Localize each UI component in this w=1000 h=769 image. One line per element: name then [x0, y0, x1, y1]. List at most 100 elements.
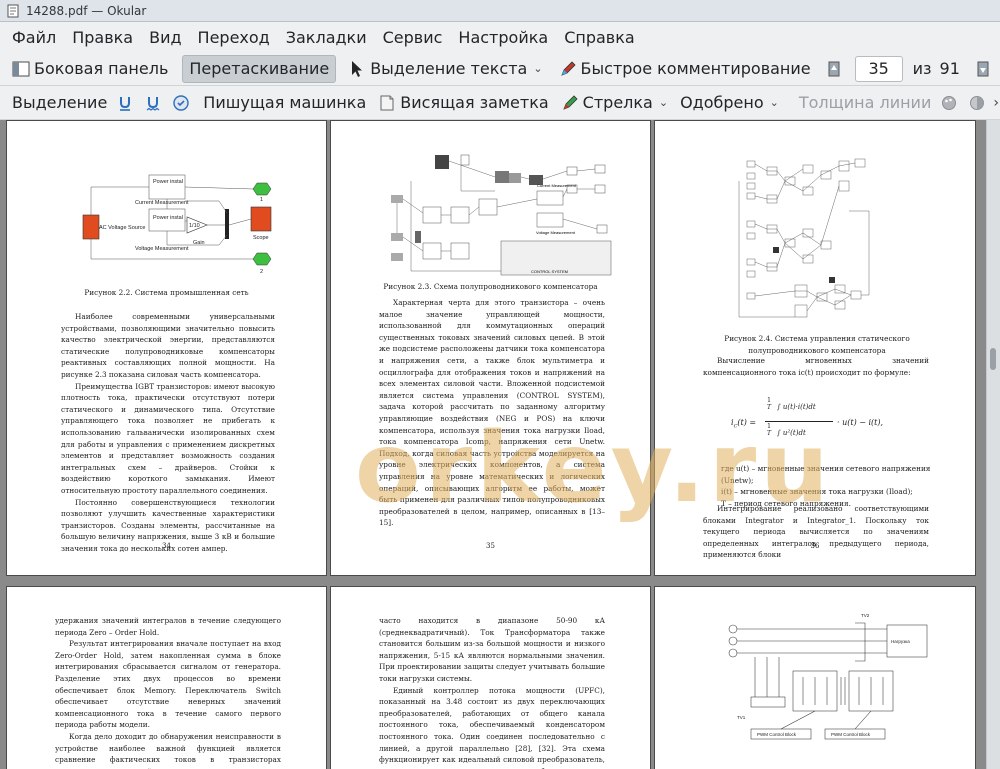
power-inst-label: Power instal [153, 179, 183, 185]
menu-settings[interactable]: Настройка [450, 24, 556, 51]
opacity-button[interactable] [965, 89, 993, 117]
paragraph: Когда дело доходит до обнаружения неиспр… [55, 731, 281, 769]
page-39: TV2 TV1 Нагрузка PWM Control Block PWM C… [654, 586, 976, 769]
underline-button[interactable] [113, 89, 141, 117]
underline-icon [116, 94, 134, 112]
document-viewport[interactable]: AC Voltage Source Power instal Current M… [0, 120, 986, 769]
power-inst-label: Power instal [153, 215, 183, 221]
output-1-label: 1 [260, 197, 263, 203]
arrow-tool-label: Стрелка [582, 93, 653, 112]
menu-bar: Файл Правка Вид Переход Закладки Сервис … [0, 22, 1000, 52]
control-system-diagram [738, 158, 870, 318]
typewriter-button[interactable]: Пишущая машинка [197, 89, 372, 117]
page-35: Current Measurement Voltage Measurement … [330, 120, 651, 576]
formula-tail: · u(t) − i(t), [837, 418, 884, 427]
vertical-scrollbar[interactable] [986, 120, 1000, 769]
page-35-text: Характерная черта для этого транзистора … [379, 297, 605, 529]
menu-view[interactable]: Вид [141, 24, 189, 51]
definition-line: где u(t) – мгновенные значения сетевого … [721, 464, 931, 485]
menu-go[interactable]: Переход [190, 24, 278, 51]
text-select-label: Выделение текста [370, 59, 528, 78]
paragraph: Единый контроллер потока мощности (UPFC)… [379, 685, 605, 769]
palette-icon [940, 94, 958, 112]
tv2-label: TV2 [861, 613, 870, 618]
figure-caption: Рисунок 2.2. Система промышленная сеть [84, 288, 249, 297]
drag-mode-button[interactable]: Перетаскивание [182, 54, 337, 83]
formula-one: 1 [767, 397, 771, 404]
page-up-icon [825, 60, 843, 78]
sidebar-button-label: Боковая панель [34, 59, 169, 78]
menu-file[interactable]: Файл [4, 24, 64, 51]
definition-line: i(t) – мгновенные значения тока нагрузки… [721, 487, 913, 497]
page-37-text: удержания значений интегралов в течение … [55, 615, 281, 769]
selection-tool-label: Выделение [12, 93, 108, 112]
menu-help[interactable]: Справка [556, 24, 643, 51]
pwm-block-label: PWM Control Block [757, 732, 797, 737]
approved-stamp-button[interactable]: Одобрено ⌄ [674, 89, 785, 117]
formula-period: T [767, 404, 772, 411]
scrollbar-thumb[interactable] [990, 348, 996, 370]
page-34: AC Voltage Source Power instal Current M… [6, 120, 327, 576]
approved-stamp-label: Одобрено [680, 93, 764, 112]
quick-comment-button[interactable]: Быстрое комментирование [553, 55, 817, 83]
page-36-text: Вычисление мгновенных значений компенсац… [703, 355, 929, 378]
page-38: часто находится в диапазоне 50-90 кА (ср… [330, 586, 651, 769]
page-down-icon [974, 60, 992, 78]
chevron-down-icon[interactable]: ⌄ [659, 96, 668, 109]
previous-page-button[interactable] [821, 55, 851, 83]
menu-edit[interactable]: Правка [64, 24, 141, 51]
paragraph: Результат интегрирования вначале поступа… [55, 639, 281, 730]
formula-denominator: ∫ u²(t)dt [777, 429, 806, 437]
main-toolbar: Боковая панель Перетаскивание Выделение … [0, 52, 1000, 86]
opacity-icon [968, 94, 986, 112]
toolbar-overflow-icon[interactable]: › [993, 95, 1000, 111]
chevron-down-icon[interactable]: ⌄ [533, 62, 542, 75]
menu-tools[interactable]: Сервис [375, 24, 451, 51]
okular-app-icon [6, 4, 20, 18]
load-label: Нагрузка [891, 639, 910, 644]
output-2-label: 2 [260, 269, 263, 275]
formula-one: 1 [767, 423, 771, 430]
compensator-diagram: Current Measurement Voltage Measurement … [391, 154, 612, 276]
annotation-toolbar: Выделение Пишущая машинка Висящая заметк… [0, 86, 1000, 120]
page-34-text: Наиболее современными универсальными уст… [61, 311, 275, 554]
voltage-measurement-label: Voltage Measurement [536, 230, 576, 235]
line-width-label: Толщина линии [798, 93, 932, 112]
next-page-button[interactable] [970, 55, 1000, 83]
page-37: удержания значений интегралов в течение … [6, 586, 327, 769]
color-button[interactable] [937, 89, 965, 117]
control-system-label: CONTROL SYSTEM [531, 269, 568, 274]
stamp-tool-button[interactable] [169, 89, 197, 117]
page-36: Рисунок 2.4. Система управления статичес… [654, 120, 976, 576]
paragraph: Вычисление мгновенных значений компенсац… [703, 356, 929, 377]
chevron-down-icon[interactable]: ⌄ [770, 96, 779, 109]
formula-arg: (t) = [737, 418, 757, 427]
stamp-icon [172, 94, 190, 112]
cursor-icon [348, 60, 366, 78]
line-width-button[interactable]: Толщина линии [793, 89, 938, 117]
note-icon [378, 94, 396, 112]
sidebar-button[interactable]: Боковая панель [6, 55, 174, 83]
page-number: 35 [486, 542, 495, 551]
figure-caption: Рисунок 2.4. Система управления статичес… [724, 334, 910, 355]
arrow-tool-button[interactable]: Стрелка ⌄ [555, 89, 674, 117]
page-number-input[interactable] [854, 55, 903, 82]
sticky-note-button[interactable]: Висящая заметка [372, 89, 554, 117]
drag-mode-label: Перетаскивание [189, 59, 330, 78]
title-bar: 14288.pdf — Okular [0, 0, 1000, 22]
text-select-button[interactable]: Выделение текста ⌄ [342, 55, 548, 83]
paragraph: Наиболее современными универсальными уст… [61, 312, 275, 379]
paragraph: часто находится в диапазоне 50-90 кА (ср… [379, 616, 605, 683]
ac-source-label: AC Voltage Source [99, 225, 145, 231]
squiggly-button[interactable] [141, 89, 169, 117]
brush-icon [561, 94, 579, 112]
power-network-diagram: AC Voltage Source Power instal Current M… [82, 174, 272, 275]
selection-tool-button[interactable]: Выделение [6, 89, 113, 117]
sidebar-icon [12, 60, 30, 78]
compensation-current-formula: iC(t) = 1 T ∫ u(t)·i(t)dt 1 T ∫ u²(t)dt … [731, 393, 931, 453]
voltage-measurement-label: Voltage Measurement [135, 246, 189, 252]
page-of-label: из [912, 59, 932, 78]
pen-icon [559, 60, 577, 78]
upfc-circuit-diagram: TV2 TV1 Нагрузка PWM Control Block PWM C… [728, 613, 928, 740]
menu-bookmarks[interactable]: Закладки [278, 24, 375, 51]
